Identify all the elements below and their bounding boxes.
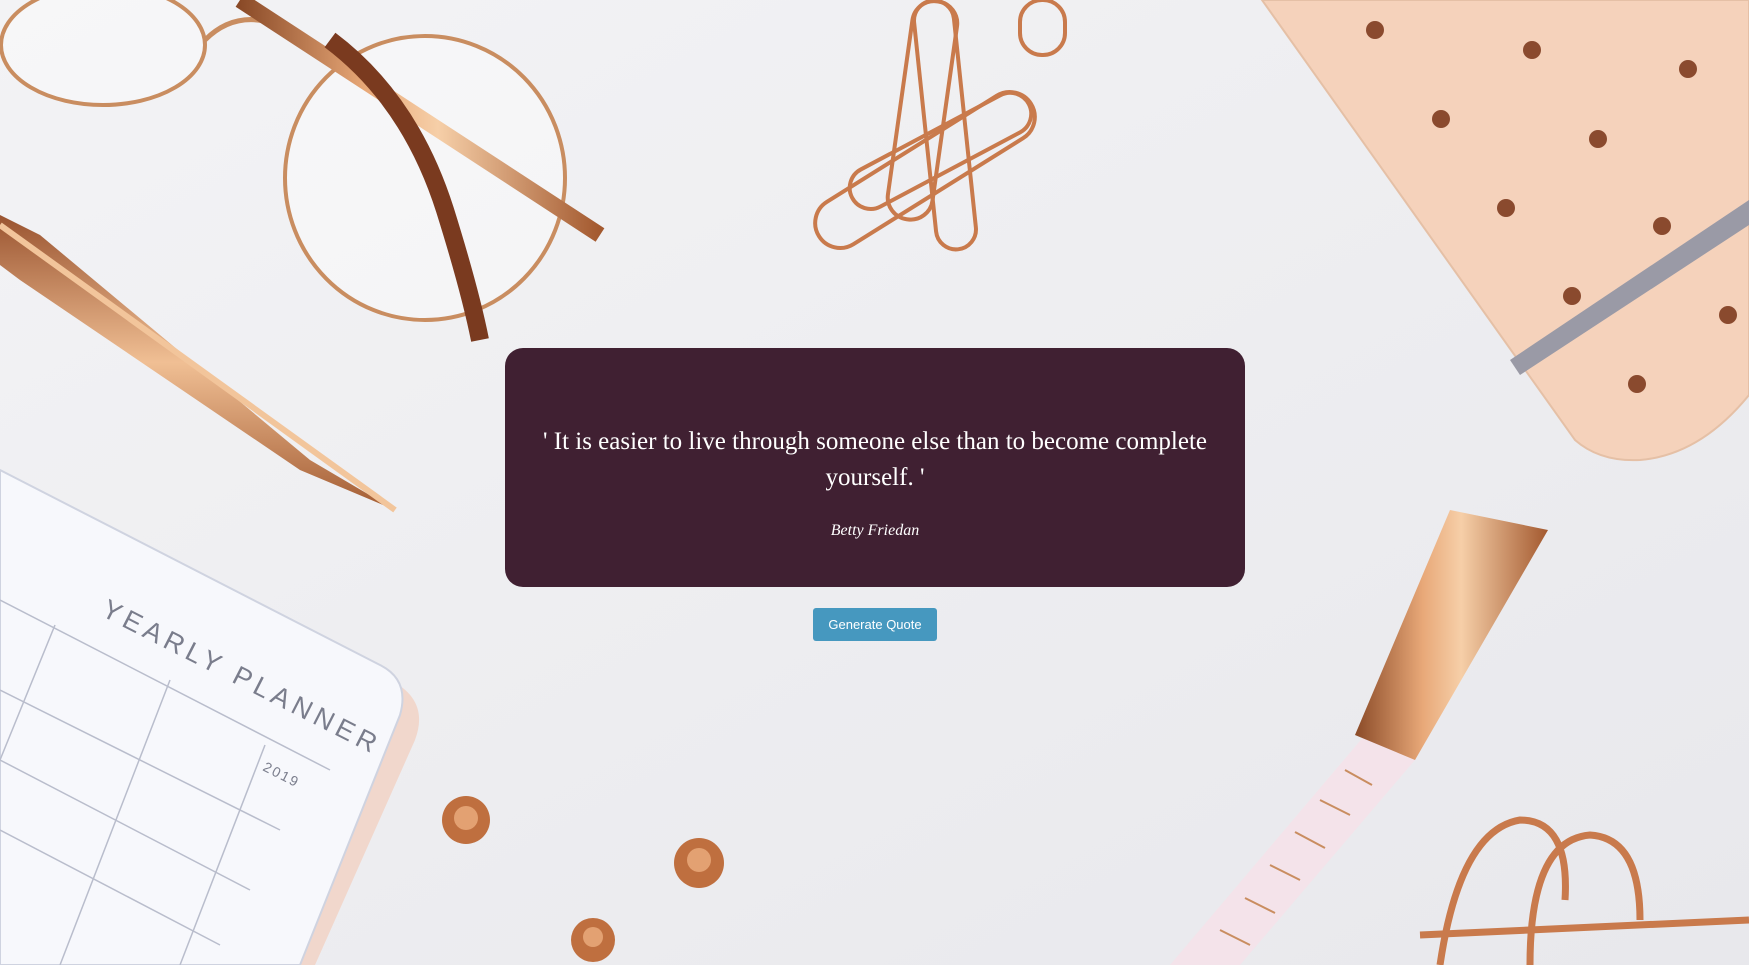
generate-quote-button[interactable]: Generate Quote	[813, 608, 937, 641]
quote-card: ' It is easier to live through someone e…	[505, 348, 1245, 587]
quote-text: ' It is easier to live through someone e…	[542, 428, 1208, 491]
quote-author: Betty Friedan	[830, 522, 920, 539]
